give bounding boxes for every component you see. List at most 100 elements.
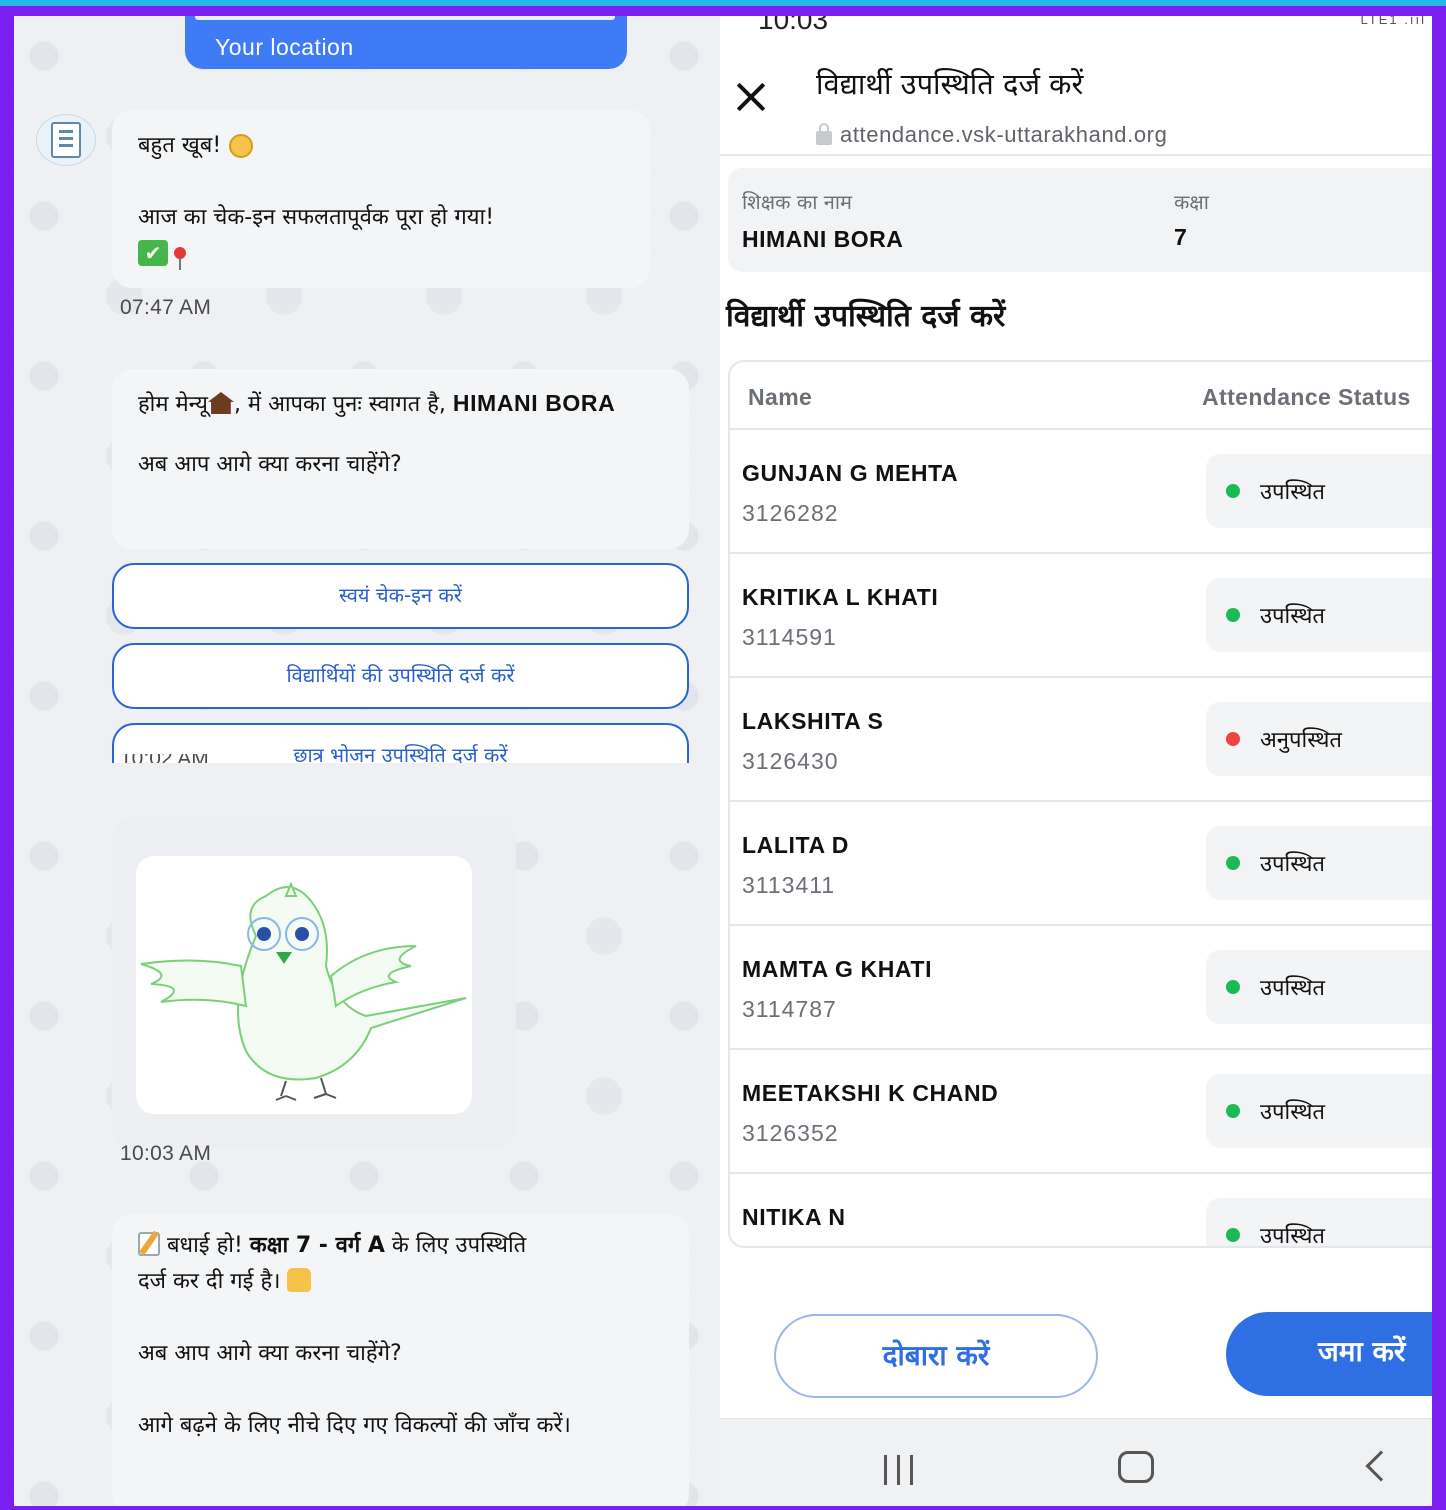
- pin-icon: [174, 247, 186, 270]
- table-row: KRITIKA L KHATI 3114591 उपस्थित: [730, 554, 1432, 678]
- present-dot-icon: [1226, 608, 1240, 622]
- message-text: के लिए उपस्थिति: [391, 1233, 527, 1258]
- recent-apps-icon[interactable]: [880, 1455, 918, 1485]
- clapping-hands-icon: [229, 134, 254, 158]
- attendance-webview: 10:03 LTE1 .ııl विद्यार्थी उपस्थिति दर्ज…: [720, 16, 1432, 1506]
- status-label: उपस्थित: [1260, 852, 1325, 877]
- status-label: उपस्थित: [1260, 480, 1325, 505]
- browser-topbar: विद्यार्थी उपस्थिति दर्ज करें attendance…: [720, 38, 1432, 156]
- page-title: विद्यार्थी उपस्थिति दर्ज करें: [816, 67, 1084, 101]
- teacher-info-card: शिक्षक का नाम HIMANI BORA कक्षा 7: [728, 168, 1432, 272]
- message-text: होम मेन्यू: [138, 392, 208, 417]
- table-row: MEETAKSHI K CHAND 3126352 उपस्थित: [730, 1050, 1432, 1174]
- message-text: बधाई हो!: [167, 1233, 243, 1258]
- status-label: अनुपस्थित: [1260, 728, 1342, 753]
- attendance-status-select[interactable]: उपस्थित: [1206, 826, 1432, 900]
- student-name: NITIKA N: [742, 1204, 846, 1230]
- student-name: LAKSHITA S: [742, 708, 884, 734]
- status-label: उपस्थित: [1260, 1224, 1325, 1248]
- student-id: 3114591: [742, 624, 837, 650]
- attendance-status-select[interactable]: उपस्थित: [1206, 1074, 1432, 1148]
- status-bar: 10:03 LTE1 .ııl: [720, 16, 1432, 38]
- message-text: बहुत खूब!: [138, 133, 222, 158]
- message-text: आज का चेक-इन सफलतापूर्वक पूरा हो गया!: [138, 205, 495, 230]
- status-label: उपस्थित: [1260, 976, 1325, 1001]
- student-id: 3126282: [742, 500, 839, 526]
- present-dot-icon: [1226, 980, 1240, 994]
- table-header: Name Attendance Status: [730, 362, 1432, 430]
- page-url: attendance.vsk-uttarakhand.org: [840, 122, 1168, 147]
- checkin-success-message: बहुत खूब! आज का चेक-इन सफलतापूर्वक पूरा …: [112, 110, 650, 288]
- present-dot-icon: [1226, 856, 1240, 870]
- screenshot-cut: [14, 763, 720, 823]
- table-row: LALITA D 3113411 उपस्थित: [730, 802, 1432, 926]
- message-timestamp: 07:47 AM: [120, 296, 212, 319]
- status-time: 10:03: [758, 16, 829, 35]
- class-label: कक्षा: [1174, 190, 1209, 214]
- attendance-table: Name Attendance Status GUNJAN G MEHTA 31…: [728, 360, 1432, 1248]
- section-title: विद्यार्थी उपस्थिति दर्ज करें: [726, 299, 1006, 334]
- attendance-status-select[interactable]: उपस्थित: [1206, 1198, 1432, 1248]
- student-id: 3114787: [742, 996, 837, 1022]
- student-id: 3126430: [742, 748, 839, 774]
- signal-icon: LTE1 .ııl: [1360, 16, 1426, 27]
- message-text: आगे बढ़ने के लिए नीचे दिए गए विकल्पों की…: [138, 1413, 571, 1438]
- student-name: MAMTA G KHATI: [742, 956, 933, 982]
- table-row: MAMTA G KHATI 3114787 उपस्थित: [730, 926, 1432, 1050]
- column-header-status: Attendance Status: [1202, 384, 1411, 410]
- self-checkin-button[interactable]: स्वयं चेक-इन करें: [112, 563, 689, 629]
- attendance-status-select[interactable]: उपस्थित: [1206, 950, 1432, 1024]
- class-value: 7: [1174, 224, 1188, 250]
- home-icon[interactable]: [1118, 1451, 1154, 1483]
- student-attendance-button[interactable]: विद्यार्थियों की उपस्थिति दर्ज करें: [112, 643, 689, 709]
- teacher-label: शिक्षक का नाम: [742, 190, 852, 214]
- submit-button[interactable]: जमा करें: [1226, 1312, 1432, 1396]
- lock-icon: [816, 123, 832, 145]
- student-name: LALITA D: [742, 832, 849, 858]
- bird-mascot-icon: [140, 881, 467, 1101]
- present-dot-icon: [1226, 484, 1240, 498]
- student-id: 3113633: [742, 1244, 837, 1246]
- thumbs-up-icon: [287, 1268, 312, 1292]
- table-row: GUNJAN G MEHTA 3126282 उपस्थित: [730, 430, 1432, 554]
- attendance-status-select[interactable]: अनुपस्थित: [1206, 702, 1432, 776]
- attendance-status-select[interactable]: उपस्थित: [1206, 454, 1432, 528]
- android-navbar: [720, 1418, 1432, 1506]
- url-row: attendance.vsk-uttarakhand.org: [816, 122, 1167, 148]
- status-label: उपस्थित: [1260, 1100, 1325, 1125]
- home-menu-message: होम मेन्यू , में आपका पुनः स्वागत है, HIM…: [112, 369, 689, 549]
- memo-icon: [138, 1232, 160, 1256]
- present-dot-icon: [1226, 1104, 1240, 1118]
- message-timestamp: 10:02 AM: [120, 754, 209, 763]
- column-header-name: Name: [748, 384, 813, 410]
- image-message[interactable]: [112, 816, 516, 1148]
- close-icon[interactable]: [734, 80, 768, 114]
- retry-button[interactable]: दोबारा करें: [774, 1314, 1098, 1398]
- composite-frame: Your location बहुत खूब! आज का चेक-इन सफल…: [14, 16, 1432, 1506]
- table-row: NITIKA N 3113633 उपस्थित: [730, 1174, 1432, 1248]
- message-text: अब आप आगे क्या करना चाहेंगे?: [138, 452, 402, 477]
- present-dot-icon: [1226, 1228, 1240, 1242]
- teacher-name: HIMANI BORA: [742, 226, 904, 252]
- student-name: MEETAKSHI K CHAND: [742, 1080, 999, 1106]
- bird-mascot-image: [136, 856, 472, 1114]
- table-row: LAKSHITA S 3126430 अनुपस्थित: [730, 678, 1432, 802]
- student-name: GUNJAN G MEHTA: [742, 460, 959, 486]
- bot-avatar: [36, 114, 96, 166]
- location-message[interactable]: Your location: [185, 16, 627, 69]
- chat-panel: Your location बहुत खूब! आज का चेक-इन सफल…: [14, 16, 720, 1506]
- class-section-label: कक्षा 7 - वर्ग A: [249, 1233, 385, 1258]
- message-text: अब आप आगे क्या करना चाहेंगे?: [138, 1341, 402, 1366]
- student-name: KRITIKA L KHATI: [742, 584, 939, 610]
- back-icon[interactable]: [1365, 1450, 1397, 1482]
- top-accent-bar: [0, 0, 1446, 6]
- message-text: , में आपका पुनः स्वागत है,: [233, 392, 453, 417]
- status-label: उपस्थित: [1260, 604, 1325, 629]
- message-timestamp: 10:03 AM: [120, 1142, 212, 1165]
- location-label: Your location: [215, 34, 354, 60]
- book-icon: [51, 122, 81, 158]
- attendance-confirmation-message: बधाई हो! कक्षा 7 - वर्ग A के लिए उपस्थित…: [112, 1214, 689, 1506]
- message-text: दर्ज कर दी गई है।: [138, 1269, 281, 1294]
- map-preview-strip: [195, 16, 615, 20]
- attendance-status-select[interactable]: उपस्थित: [1206, 578, 1432, 652]
